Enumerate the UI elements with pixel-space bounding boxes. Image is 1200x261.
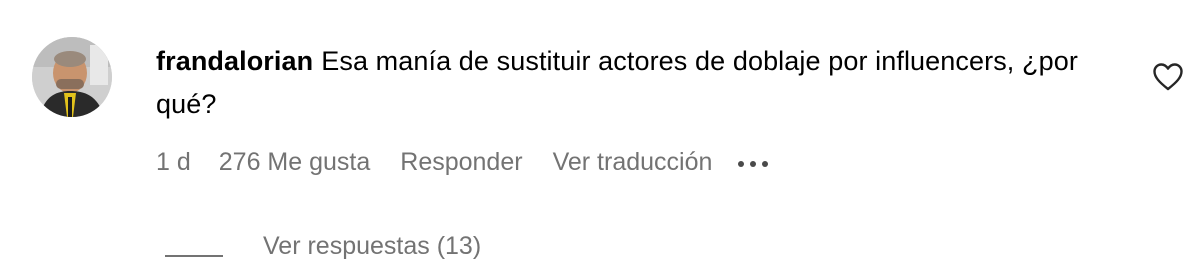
more-dot — [738, 160, 745, 167]
more-dot — [750, 160, 757, 167]
comment-text-block: frandalorian Esa manía de sustituir actor… — [156, 40, 1116, 126]
view-replies-label: Ver respuestas (13) — [263, 232, 482, 260]
see-translation-button[interactable]: Ver traducción — [553, 148, 713, 177]
heart-icon — [1153, 63, 1183, 91]
comment-likes-count[interactable]: 276 Me gusta — [219, 148, 371, 177]
view-replies-button[interactable]: Ver respuestas (13) — [165, 232, 481, 261]
reply-button[interactable]: Responder — [400, 148, 522, 177]
comment-username[interactable]: frandalorian — [156, 46, 313, 76]
user-avatar-image — [32, 37, 112, 117]
comment-time[interactable]: 1 d — [156, 148, 191, 177]
like-button[interactable] — [1152, 62, 1184, 92]
more-options-icon[interactable] — [738, 159, 769, 167]
comment-meta: 1 d 276 Me gusta Responder Ver traducció… — [156, 148, 769, 177]
replies-divider-line — [165, 254, 223, 257]
avatar[interactable] — [32, 37, 112, 117]
more-dot — [762, 160, 769, 167]
comment-body: frandalorian Esa manía de sustituir actor… — [156, 40, 1116, 126]
comment: frandalorian Esa manía de sustituir actor… — [0, 0, 1200, 260]
